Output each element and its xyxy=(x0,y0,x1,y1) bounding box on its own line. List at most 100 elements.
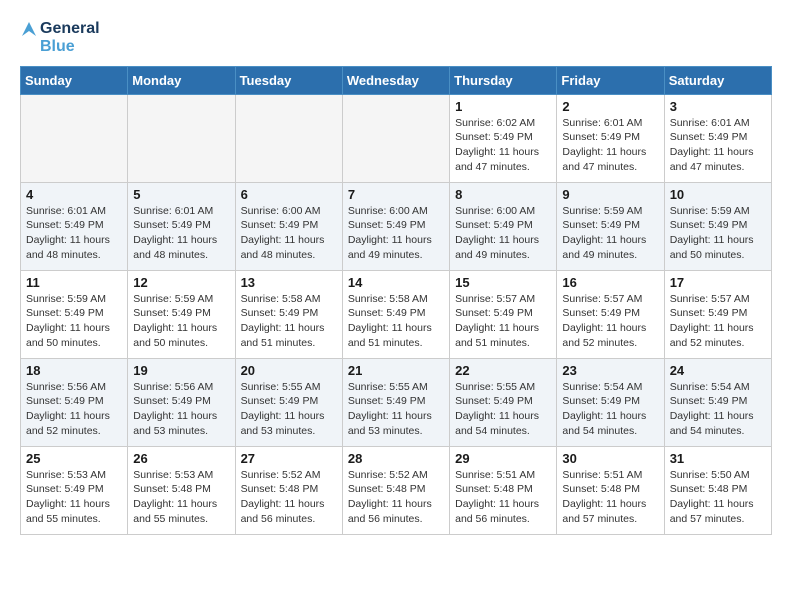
day-number: 27 xyxy=(241,451,337,466)
calendar-day-cell: 11Sunrise: 5:59 AM Sunset: 5:49 PM Dayli… xyxy=(21,270,128,358)
day-info: Sunrise: 5:53 AM Sunset: 5:48 PM Dayligh… xyxy=(133,468,229,527)
weekday-header-thursday: Thursday xyxy=(450,66,557,94)
day-number: 15 xyxy=(455,275,551,290)
calendar-day-cell: 12 Sunrise: 5:59 AM Sunset: 5:49 PM Dayli… xyxy=(128,270,235,358)
day-info: Sunrise: 6:01 AM Sunset: 5:49 PM Dayligh… xyxy=(562,116,658,175)
calendar-day-cell: 24Sunrise: 5:54 AM Sunset: 5:49 PM Dayli… xyxy=(664,358,771,446)
day-number: 7 xyxy=(348,187,444,202)
calendar-empty-cell xyxy=(21,94,128,182)
day-number: 25 xyxy=(26,451,122,466)
day-number: 23 xyxy=(562,363,658,378)
day-info: Sunrise: 5:56 AM Sunset: 5:49 PM Dayligh… xyxy=(26,380,122,439)
calendar-day-cell: 30Sunrise: 5:51 AM Sunset: 5:48 PM Dayli… xyxy=(557,446,664,534)
weekday-header-tuesday: Tuesday xyxy=(235,66,342,94)
day-info: Sunrise: 5:54 AM Sunset: 5:49 PM Dayligh… xyxy=(562,380,658,439)
calendar-empty-cell xyxy=(128,94,235,182)
calendar-day-cell: 29Sunrise: 5:51 AM Sunset: 5:48 PM Dayli… xyxy=(450,446,557,534)
day-info: Sunrise: 5:57 AM Sunset: 5:49 PM Dayligh… xyxy=(670,292,766,351)
day-info: Sunrise: 5:55 AM Sunset: 5:49 PM Dayligh… xyxy=(348,380,444,439)
calendar-day-cell: 31 Sunrise: 5:50 AM Sunset: 5:48 PM Dayli… xyxy=(664,446,771,534)
day-info: Sunrise: 6:02 AM Sunset: 5:49 PM Dayligh… xyxy=(455,116,551,175)
day-number: 19 xyxy=(133,363,229,378)
weekday-header-monday: Monday xyxy=(128,66,235,94)
day-info: Sunrise: 6:01 AM Sunset: 5:49 PM Dayligh… xyxy=(133,204,229,263)
calendar-empty-cell xyxy=(235,94,342,182)
calendar-week-row: 1 Sunrise: 6:02 AM Sunset: 5:49 PM Daylig… xyxy=(21,94,772,182)
day-info: Sunrise: 5:56 AM Sunset: 5:49 PM Dayligh… xyxy=(133,380,229,439)
calendar-day-cell: 22 Sunrise: 5:55 AM Sunset: 5:49 PM Dayli… xyxy=(450,358,557,446)
calendar-day-cell: 26 Sunrise: 5:53 AM Sunset: 5:48 PM Dayli… xyxy=(128,446,235,534)
day-number: 16 xyxy=(562,275,658,290)
calendar-day-cell: 7 Sunrise: 6:00 AM Sunset: 5:49 PM Daylig… xyxy=(342,182,449,270)
calendar-day-cell: 28 Sunrise: 5:52 AM Sunset: 5:48 PM Dayli… xyxy=(342,446,449,534)
day-number: 31 xyxy=(670,451,766,466)
day-number: 18 xyxy=(26,363,122,378)
day-info: Sunrise: 6:01 AM Sunset: 5:49 PM Dayligh… xyxy=(670,116,766,175)
day-number: 1 xyxy=(455,99,551,114)
day-number: 26 xyxy=(133,451,229,466)
weekday-header-sunday: Sunday xyxy=(21,66,128,94)
day-info: Sunrise: 5:50 AM Sunset: 5:48 PM Dayligh… xyxy=(670,468,766,527)
calendar-day-cell: 27 Sunrise: 5:52 AM Sunset: 5:48 PM Dayli… xyxy=(235,446,342,534)
calendar-day-cell: 5 Sunrise: 6:01 AM Sunset: 5:49 PM Daylig… xyxy=(128,182,235,270)
calendar-day-cell: 25 Sunrise: 5:53 AM Sunset: 5:49 PM Dayli… xyxy=(21,446,128,534)
calendar-day-cell: 16 Sunrise: 5:57 AM Sunset: 5:49 PM Dayli… xyxy=(557,270,664,358)
day-number: 20 xyxy=(241,363,337,378)
day-number: 4 xyxy=(26,187,122,202)
day-number: 10 xyxy=(670,187,766,202)
day-number: 5 xyxy=(133,187,229,202)
day-number: 14 xyxy=(348,275,444,290)
day-number: 30 xyxy=(562,451,658,466)
day-number: 29 xyxy=(455,451,551,466)
day-info: Sunrise: 5:55 AM Sunset: 5:49 PM Dayligh… xyxy=(455,380,551,439)
day-number: 13 xyxy=(241,275,337,290)
day-info: Sunrise: 6:01 AM Sunset: 5:49 PM Dayligh… xyxy=(26,204,122,263)
day-info: Sunrise: 5:59 AM Sunset: 5:49 PM Dayligh… xyxy=(562,204,658,263)
page-header: General Blue xyxy=(20,20,772,56)
day-number: 12 xyxy=(133,275,229,290)
day-info: Sunrise: 5:58 AM Sunset: 5:49 PM Dayligh… xyxy=(348,292,444,351)
day-info: Sunrise: 5:53 AM Sunset: 5:49 PM Dayligh… xyxy=(26,468,122,527)
day-info: Sunrise: 5:52 AM Sunset: 5:48 PM Dayligh… xyxy=(348,468,444,527)
calendar-day-cell: 3 Sunrise: 6:01 AM Sunset: 5:49 PM Daylig… xyxy=(664,94,771,182)
day-number: 8 xyxy=(455,187,551,202)
day-info: Sunrise: 6:00 AM Sunset: 5:49 PM Dayligh… xyxy=(348,204,444,263)
day-number: 28 xyxy=(348,451,444,466)
weekday-header-wednesday: Wednesday xyxy=(342,66,449,94)
calendar-week-row: 25 Sunrise: 5:53 AM Sunset: 5:49 PM Dayli… xyxy=(21,446,772,534)
day-number: 9 xyxy=(562,187,658,202)
day-info: Sunrise: 5:57 AM Sunset: 5:49 PM Dayligh… xyxy=(455,292,551,351)
calendar-day-cell: 23 Sunrise: 5:54 AM Sunset: 5:49 PM Dayli… xyxy=(557,358,664,446)
day-info: Sunrise: 6:00 AM Sunset: 5:49 PM Dayligh… xyxy=(455,204,551,263)
day-info: Sunrise: 5:58 AM Sunset: 5:49 PM Dayligh… xyxy=(241,292,337,351)
day-number: 3 xyxy=(670,99,766,114)
calendar-day-cell: 10Sunrise: 5:59 AM Sunset: 5:49 PM Dayli… xyxy=(664,182,771,270)
calendar-table: SundayMondayTuesdayWednesdayThursdayFrid… xyxy=(20,66,772,535)
day-number: 22 xyxy=(455,363,551,378)
weekday-header-row: SundayMondayTuesdayWednesdayThursdayFrid… xyxy=(21,66,772,94)
calendar-day-cell: 8 Sunrise: 6:00 AM Sunset: 5:49 PM Daylig… xyxy=(450,182,557,270)
calendar-week-row: 11Sunrise: 5:59 AM Sunset: 5:49 PM Dayli… xyxy=(21,270,772,358)
calendar-empty-cell xyxy=(342,94,449,182)
day-info: Sunrise: 5:59 AM Sunset: 5:49 PM Dayligh… xyxy=(133,292,229,351)
day-info: Sunrise: 6:00 AM Sunset: 5:49 PM Dayligh… xyxy=(241,204,337,263)
calendar-day-cell: 13 Sunrise: 5:58 AM Sunset: 5:49 PM Dayli… xyxy=(235,270,342,358)
day-number: 17 xyxy=(670,275,766,290)
calendar-day-cell: 9 Sunrise: 5:59 AM Sunset: 5:49 PM Daylig… xyxy=(557,182,664,270)
calendar-week-row: 4 Sunrise: 6:01 AM Sunset: 5:49 PM Daylig… xyxy=(21,182,772,270)
day-info: Sunrise: 5:57 AM Sunset: 5:49 PM Dayligh… xyxy=(562,292,658,351)
calendar-day-cell: 18 Sunrise: 5:56 AM Sunset: 5:49 PM Dayli… xyxy=(21,358,128,446)
day-info: Sunrise: 5:52 AM Sunset: 5:48 PM Dayligh… xyxy=(241,468,337,527)
day-number: 21 xyxy=(348,363,444,378)
calendar-day-cell: 1 Sunrise: 6:02 AM Sunset: 5:49 PM Daylig… xyxy=(450,94,557,182)
calendar-day-cell: 6Sunrise: 6:00 AM Sunset: 5:49 PM Daylig… xyxy=(235,182,342,270)
calendar-day-cell: 2 Sunrise: 6:01 AM Sunset: 5:49 PM Daylig… xyxy=(557,94,664,182)
weekday-header-saturday: Saturday xyxy=(664,66,771,94)
day-number: 2 xyxy=(562,99,658,114)
day-info: Sunrise: 5:59 AM Sunset: 5:49 PM Dayligh… xyxy=(26,292,122,351)
calendar-week-row: 18 Sunrise: 5:56 AM Sunset: 5:49 PM Dayli… xyxy=(21,358,772,446)
day-info: Sunrise: 5:54 AM Sunset: 5:49 PM Dayligh… xyxy=(670,380,766,439)
calendar-day-cell: 21 Sunrise: 5:55 AM Sunset: 5:49 PM Dayli… xyxy=(342,358,449,446)
weekday-header-friday: Friday xyxy=(557,66,664,94)
calendar-day-cell: 15 Sunrise: 5:57 AM Sunset: 5:49 PM Dayli… xyxy=(450,270,557,358)
